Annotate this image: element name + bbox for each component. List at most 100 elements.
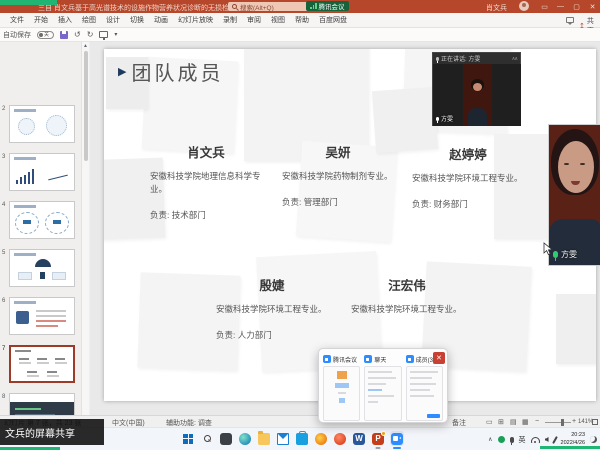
thumb-graphic [23, 220, 31, 224]
taskbar-powerpoint[interactable]: P [371, 431, 385, 446]
preview-thumbnail[interactable] [364, 366, 401, 421]
zoom-in-button[interactable]: + [572, 418, 576, 425]
scrollbar-thumb[interactable] [84, 51, 88, 161]
tab-slideshow[interactable]: 幻灯片放映 [173, 15, 218, 25]
meeting-video-window[interactable]: 正在讲话: 方雯 ∧∧ 方雯 [432, 52, 521, 126]
person-eye [580, 163, 585, 165]
thumb-graphic [14, 157, 36, 160]
zoom-slider-thumb[interactable] [561, 419, 564, 426]
thumb-graphic [36, 315, 66, 317]
fit-to-window-icon[interactable] [592, 419, 598, 425]
member-name: 殷婕 [216, 275, 328, 294]
autosave-toggle[interactable]: 关 [37, 31, 54, 39]
tray-mic-icon[interactable] [510, 437, 514, 443]
slideshow-view-icon[interactable]: ▦ [522, 418, 529, 426]
tab-draw[interactable]: 绘图 [77, 15, 101, 25]
tray-expand-icon[interactable]: ∧ [488, 436, 492, 443]
slide-thumbnail-7-selected[interactable] [9, 345, 75, 383]
tab-insert[interactable]: 插入 [53, 15, 77, 25]
taskbar-app-red[interactable] [333, 431, 347, 446]
side-video-window[interactable]: 方雯 [548, 124, 600, 266]
undo-icon[interactable]: ↺ [74, 30, 81, 39]
ribbon-display-options-icon[interactable]: ▭ [537, 0, 552, 13]
thumb-graphic [55, 362, 67, 364]
panel-scrollbar[interactable]: ▲ [81, 42, 89, 415]
slide-thumbnail-4[interactable] [9, 201, 75, 239]
tab-animations[interactable]: 动画 [149, 15, 173, 25]
tray-green-app-icon[interactable] [498, 436, 505, 443]
tab-transitions[interactable]: 切换 [125, 15, 149, 25]
zoom-slider[interactable] [545, 422, 571, 423]
members-app-icon [406, 355, 414, 363]
taskbar-app-dark[interactable] [219, 431, 233, 446]
avatar[interactable] [519, 1, 529, 11]
speaking-label: 正在讲话: 方雯 [441, 54, 480, 63]
scroll-up-icon[interactable]: ▲ [83, 43, 88, 49]
redo-icon[interactable]: ↻ [87, 30, 94, 39]
tab-help[interactable]: 帮助 [290, 15, 314, 25]
person-face [558, 141, 594, 193]
taskbar-edge[interactable] [238, 431, 252, 446]
reading-view-icon[interactable]: ▤ [510, 418, 517, 426]
slide-sorter-icon[interactable]: ⊞ [498, 418, 504, 426]
preview-card-members[interactable]: 成员(3) ✕ [406, 354, 443, 418]
thumb-graphic [14, 301, 36, 304]
preview-thumbnail[interactable] [406, 366, 443, 421]
collapse-icon[interactable]: ∧∧ [512, 56, 517, 62]
member-name: 肖文兵 [150, 142, 262, 161]
taskbar-firefox[interactable] [314, 431, 328, 446]
taskbar-tencent-meeting[interactable] [390, 431, 404, 446]
comments-icon[interactable] [566, 17, 574, 23]
mic-icon [436, 117, 439, 121]
taskbar-store[interactable] [295, 431, 309, 446]
tab-home[interactable]: 开始 [29, 15, 53, 25]
minimize-button[interactable]: — [553, 0, 568, 13]
speaker-icon[interactable] [545, 437, 549, 442]
slide-thumbnail-5[interactable] [9, 249, 75, 287]
mail-icon [277, 433, 289, 445]
start-slideshow-icon[interactable] [99, 31, 108, 38]
close-preview-button[interactable]: ✕ [433, 352, 445, 364]
thumb-graphic [35, 259, 51, 267]
chat-app-icon [364, 355, 372, 363]
restore-button[interactable]: ▢ [569, 0, 584, 13]
thumb-graphic [46, 115, 67, 136]
slide-thumbnail-6[interactable] [9, 297, 75, 335]
tab-design[interactable]: 设计 [101, 15, 125, 25]
member-duty: 负责: 技术部门 [150, 209, 262, 221]
start-button[interactable] [181, 431, 195, 446]
tab-baidu-netdisk[interactable]: 百度网盘 [314, 15, 352, 25]
wifi-icon[interactable] [531, 437, 540, 443]
tab-file[interactable]: 文件 [5, 15, 29, 25]
person-eye [564, 163, 569, 165]
slide-number: 6 [2, 298, 8, 304]
tab-review[interactable]: 审阅 [242, 15, 266, 25]
slide-thumbnail-3[interactable] [9, 153, 75, 191]
notification-center-icon[interactable] [590, 436, 597, 443]
ime-indicator[interactable]: 英 [519, 435, 526, 445]
customize-qat-icon[interactable]: ▾ [114, 31, 117, 38]
thumb-graphic [18, 272, 32, 280]
normal-view-icon[interactable]: ▭ [486, 418, 493, 426]
pen-icon[interactable] [552, 436, 558, 444]
save-icon[interactable] [60, 31, 68, 39]
meeting-badge[interactable]: 腾讯会议 [306, 1, 349, 11]
thumb-graphic [14, 109, 36, 112]
taskbar-word[interactable]: W [352, 431, 366, 446]
close-button[interactable]: ✕ [585, 0, 600, 13]
account-name[interactable]: 肖文兵 [486, 3, 507, 13]
tab-record[interactable]: 录制 [218, 15, 242, 25]
meeting-badge-label: 腾讯会议 [319, 1, 345, 11]
tab-view[interactable]: 视图 [266, 15, 290, 25]
taskbar-search-button[interactable] [200, 431, 214, 446]
slide-thumbnail-2[interactable] [9, 105, 75, 143]
meeting-app-icon [323, 355, 331, 363]
dark-app-icon [220, 433, 232, 445]
preview-thumbnail[interactable] [323, 366, 360, 421]
thumb-graphic [15, 408, 41, 410]
preview-card-chat[interactable]: 聊天 [364, 354, 401, 418]
taskbar-file-explorer[interactable] [257, 431, 271, 446]
zoom-out-button[interactable]: − [535, 418, 539, 425]
preview-card-meeting[interactable]: 腾讯会议 [323, 354, 360, 418]
taskbar-mail[interactable] [276, 431, 290, 446]
